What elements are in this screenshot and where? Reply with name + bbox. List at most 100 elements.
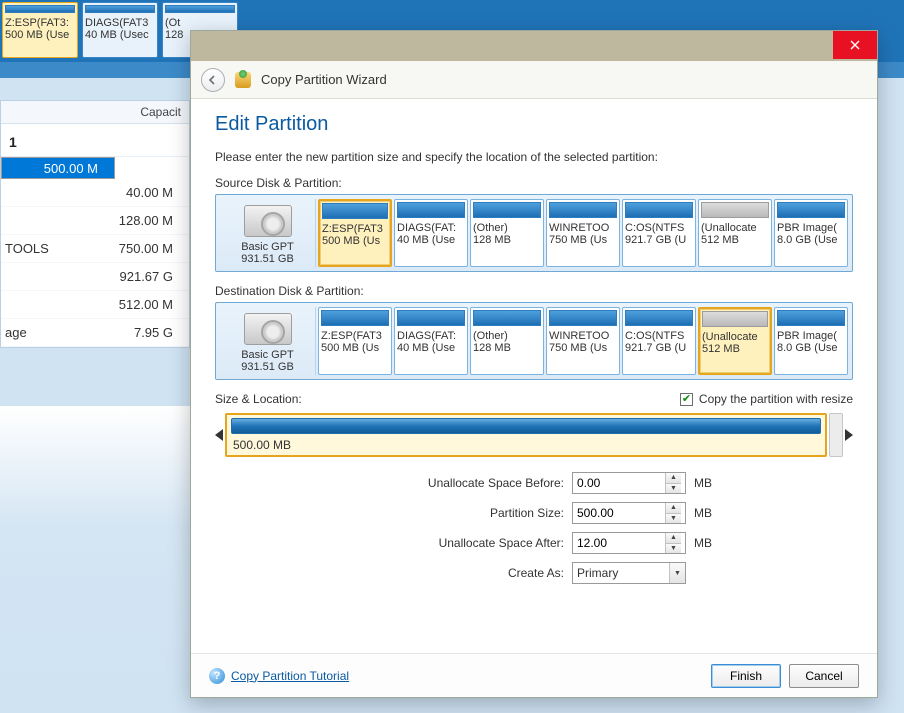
close-button[interactable] <box>833 31 877 59</box>
partition-size: 512 MB <box>702 343 768 355</box>
partition-size: 750 MB (Us <box>549 342 617 354</box>
partition-bar <box>701 202 769 218</box>
create-as-select[interactable]: Primary ▼ <box>572 562 686 584</box>
partition-bar <box>321 310 389 326</box>
partition-tile[interactable]: DIAGS(FAT:40 MB (Use <box>394 307 468 375</box>
background-gradient <box>0 406 190 713</box>
disk-label: 1 <box>1 124 189 157</box>
unit-label: MB <box>694 506 724 520</box>
partition-tile[interactable]: WINRETOO750 MB (Us <box>546 199 620 267</box>
unallocate-before-field[interactable] <box>573 473 665 493</box>
partition-tile[interactable]: C:OS(NTFS921.7 GB (U <box>622 199 696 267</box>
spin-down-icon[interactable]: ▼ <box>666 544 681 554</box>
destination-section-label: Destination Disk & Partition: <box>215 284 853 298</box>
partition-name: (Other) <box>473 330 541 342</box>
source-disk-map: Basic GPT931.51 GBZ:ESP(FAT3500 MB (UsDI… <box>215 194 853 272</box>
partition-size: 40 MB (Use <box>397 234 465 246</box>
table-row[interactable]: 40.00 M <box>1 179 189 207</box>
partition-tile[interactable]: (Other)128 MB <box>470 199 544 267</box>
partition-name: DIAGS(FAT: <box>397 330 465 342</box>
partition-tile[interactable]: C:OS(NTFS921.7 GB (U <box>622 307 696 375</box>
table-row[interactable]: TOOLS750.00 M <box>1 235 189 263</box>
cancel-button[interactable]: Cancel <box>789 664 859 688</box>
unallocate-before-input[interactable]: ▲▼ <box>572 472 686 494</box>
partition-tile[interactable]: Z:ESP(FAT3500 MB (Us <box>318 307 392 375</box>
disk-summary-cell: Basic GPT931.51 GB <box>220 307 316 375</box>
slider-handle-left-icon[interactable] <box>215 429 223 441</box>
spin-down-icon[interactable]: ▼ <box>666 514 681 524</box>
partition-bar <box>397 202 465 218</box>
partition-size: 750 MB (Us <box>549 234 617 246</box>
partition-tile[interactable]: (Unallocate512 MB <box>698 199 772 267</box>
slider-unallocated-after <box>829 413 843 457</box>
unallocate-after-field[interactable] <box>573 533 665 553</box>
slider-used-bar <box>231 418 821 434</box>
partition-bar <box>549 310 617 326</box>
wizard-icon <box>235 72 251 88</box>
disk-size: 931.51 GB <box>241 253 294 265</box>
chevron-down-icon: ▼ <box>669 563 685 583</box>
partition-tile[interactable]: (Unallocate512 MB <box>698 307 772 375</box>
partition-size: 921.7 GB (U <box>625 342 693 354</box>
table-row[interactable]: age7.95 G <box>1 319 189 347</box>
instruction-text: Please enter the new partition size and … <box>215 150 853 164</box>
partition-tile[interactable]: PBR Image(8.0 GB (Use <box>774 199 848 267</box>
partition-bar <box>473 202 541 218</box>
unit-label: MB <box>694 476 724 490</box>
spin-up-icon[interactable]: ▲ <box>666 473 681 484</box>
partition-tile[interactable]: PBR Image(8.0 GB (Use <box>774 307 848 375</box>
partition-bar <box>549 202 617 218</box>
partition-size-slider[interactable]: 500.00 MB <box>215 412 853 458</box>
table-row[interactable]: 921.67 G <box>1 263 189 291</box>
slider-handle-right-icon[interactable] <box>845 429 853 441</box>
partition-size-input[interactable]: ▲▼ <box>572 502 686 524</box>
partition-size: 128 MB <box>473 234 541 246</box>
slider-partition-block[interactable]: 500.00 MB <box>225 413 827 457</box>
partition-size: 128 MB <box>473 342 541 354</box>
table-row[interactable]: 128.00 M <box>1 207 189 235</box>
spin-down-icon[interactable]: ▼ <box>666 484 681 494</box>
partition-size: 40 MB (Use <box>397 342 465 354</box>
partition-size: 512 MB <box>701 234 769 246</box>
checkbox-icon: ✔ <box>680 393 693 406</box>
partition-size-field[interactable] <box>573 503 665 523</box>
partition-name: (Unallocate <box>702 331 768 343</box>
tutorial-link-area: ? Copy Partition Tutorial <box>209 668 349 684</box>
dialog-titlebar <box>191 31 877 61</box>
back-button[interactable] <box>201 68 225 92</box>
size-form: Unallocate Space Before: ▲▼ MB Partition… <box>215 472 853 584</box>
tutorial-link[interactable]: Copy Partition Tutorial <box>231 669 349 683</box>
partition-size: 500 MB (Us <box>322 235 388 247</box>
page-title: Edit Partition <box>215 113 853 136</box>
spin-up-icon[interactable]: ▲ <box>666 503 681 514</box>
partition-bar <box>625 202 693 218</box>
partition-tile[interactable]: (Other)128 MB <box>470 307 544 375</box>
table-row[interactable]: 512.00 M <box>1 291 189 319</box>
background-partition-tile[interactable]: DIAGS(FAT340 MB (Usec <box>82 2 158 58</box>
size-location-label: Size & Location: <box>215 392 302 406</box>
unallocate-after-input[interactable]: ▲▼ <box>572 532 686 554</box>
table-row[interactable]: 500.00 M <box>1 157 115 179</box>
partition-name: C:OS(NTFS <box>625 222 693 234</box>
partition-name: PBR Image( <box>777 222 845 234</box>
slider-size-value: 500.00 MB <box>231 438 821 452</box>
partition-tile[interactable]: Z:ESP(FAT3500 MB (Us <box>318 199 392 267</box>
resize-checkbox[interactable]: ✔ Copy the partition with resize <box>680 392 853 406</box>
partition-name: Z:ESP(FAT3 <box>321 330 389 342</box>
partition-tile[interactable]: DIAGS(FAT:40 MB (Use <box>394 199 468 267</box>
partition-name: WINRETOO <box>549 330 617 342</box>
background-partition-tile[interactable]: Z:ESP(FAT3:500 MB (Use <box>2 2 78 58</box>
partition-tile[interactable]: WINRETOO750 MB (Us <box>546 307 620 375</box>
dialog-footer: ? Copy Partition Tutorial Finish Cancel <box>191 653 877 697</box>
help-icon: ? <box>209 668 225 684</box>
finish-button[interactable]: Finish <box>711 664 781 688</box>
spin-up-icon[interactable]: ▲ <box>666 533 681 544</box>
partition-name: (Unallocate <box>701 222 769 234</box>
column-header-capacity: Capacit <box>1 101 189 124</box>
partition-bar <box>322 203 388 219</box>
partition-name: Z:ESP(FAT3 <box>322 223 388 235</box>
dialog-header: Copy Partition Wizard <box>191 61 877 99</box>
partition-size: 8.0 GB (Use <box>777 342 845 354</box>
partition-size: 8.0 GB (Use <box>777 234 845 246</box>
unallocate-before-label: Unallocate Space Before: <box>344 476 564 490</box>
